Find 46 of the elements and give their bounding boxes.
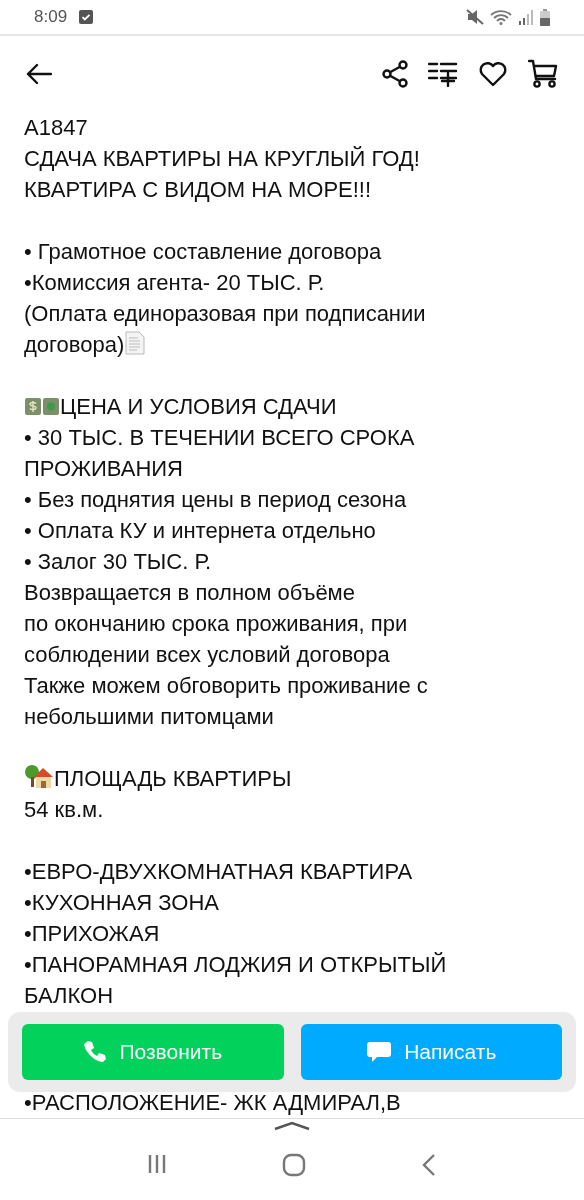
battery-icon [540,8,550,26]
back-icon[interactable] [420,1153,437,1177]
share-icon[interactable] [382,60,408,88]
message-button[interactable]: Написать [300,1024,562,1080]
phone-icon [83,1040,108,1064]
description-line: • 30 ТЫС. В ТЕЧЕНИИ ВСЕГО СРОКА ПРОЖИВАНИЯ [24,424,416,483]
back-arrow-icon[interactable] [26,63,52,85]
description-line: • Оплата КУ и интернета отдельно [24,517,377,545]
description-line: КВАРТИРА С ВИДОМ НА МОРЕ!!! [24,176,373,204]
clock-time: 8:09 [34,7,68,27]
description-line: • Грамотное составление договора [24,238,383,266]
chat-bubble-icon [366,1040,393,1064]
description-line: A1847 [24,114,89,142]
heart-icon[interactable] [478,61,508,87]
description-line: •РАСПОЛОЖЕНИЕ- ЖК АДМИРАЛ,В [24,1089,402,1117]
description-line: по окончанию срока проживания, при [24,610,409,638]
call-button[interactable]: Позвонить [22,1024,284,1080]
description-line: •ПАНОРАМНАЯ ЛОДЖИЯ И ОТКРЫТЫЙ БАЛКОН [24,951,448,1010]
description-line: небольшими питомцами [24,703,275,731]
description-line: СДАЧА КВАРТИРЫ НА КРУГЛЫЙ ГОД! [24,145,421,173]
description-line: ЦЕНА И УСЛОВИЯ СДАЧИ [60,394,337,419]
description-line: •ЕВРО-ДВУХКОМНАТНАЯ КВАРТИРА [24,858,414,886]
document-icon [124,331,147,355]
description-line: Возвращается в полном объёме [24,579,356,607]
home-icon[interactable] [282,1153,306,1177]
description-line: договора) [24,332,125,357]
checkbox-notification-icon [79,10,94,24]
description-line: 54 кв.м. [24,796,105,824]
description-line: (Оплата единоразовая при подписании [24,300,427,328]
description-line: •КУХОННАЯ ЗОНА [24,889,220,917]
list-add-icon[interactable] [428,61,458,87]
money-icon [24,395,60,417]
description-line: •ПРИХОЖАЯ [24,920,161,948]
swipe-up-handle-icon[interactable] [273,1121,311,1131]
description-line: соблюдении всех условий договора [24,641,391,669]
description-line: Также можем обговорить проживание с [24,672,429,700]
cart-icon[interactable] [528,59,558,89]
recent-apps-icon[interactable] [147,1153,168,1175]
house-tree-icon [24,763,54,789]
mute-icon [466,9,484,25]
description-line: • Без поднятия цены в период сезона [24,486,408,514]
description-line: •Комиссия агента- 20 ТЫС. Р. [24,269,326,297]
wifi-icon [490,9,512,25]
signal-icon [518,9,534,25]
description-line: • Залог 30 ТЫС. Р. [24,548,213,576]
description-line: ПЛОЩАДЬ КВАРТИРЫ [54,766,292,791]
